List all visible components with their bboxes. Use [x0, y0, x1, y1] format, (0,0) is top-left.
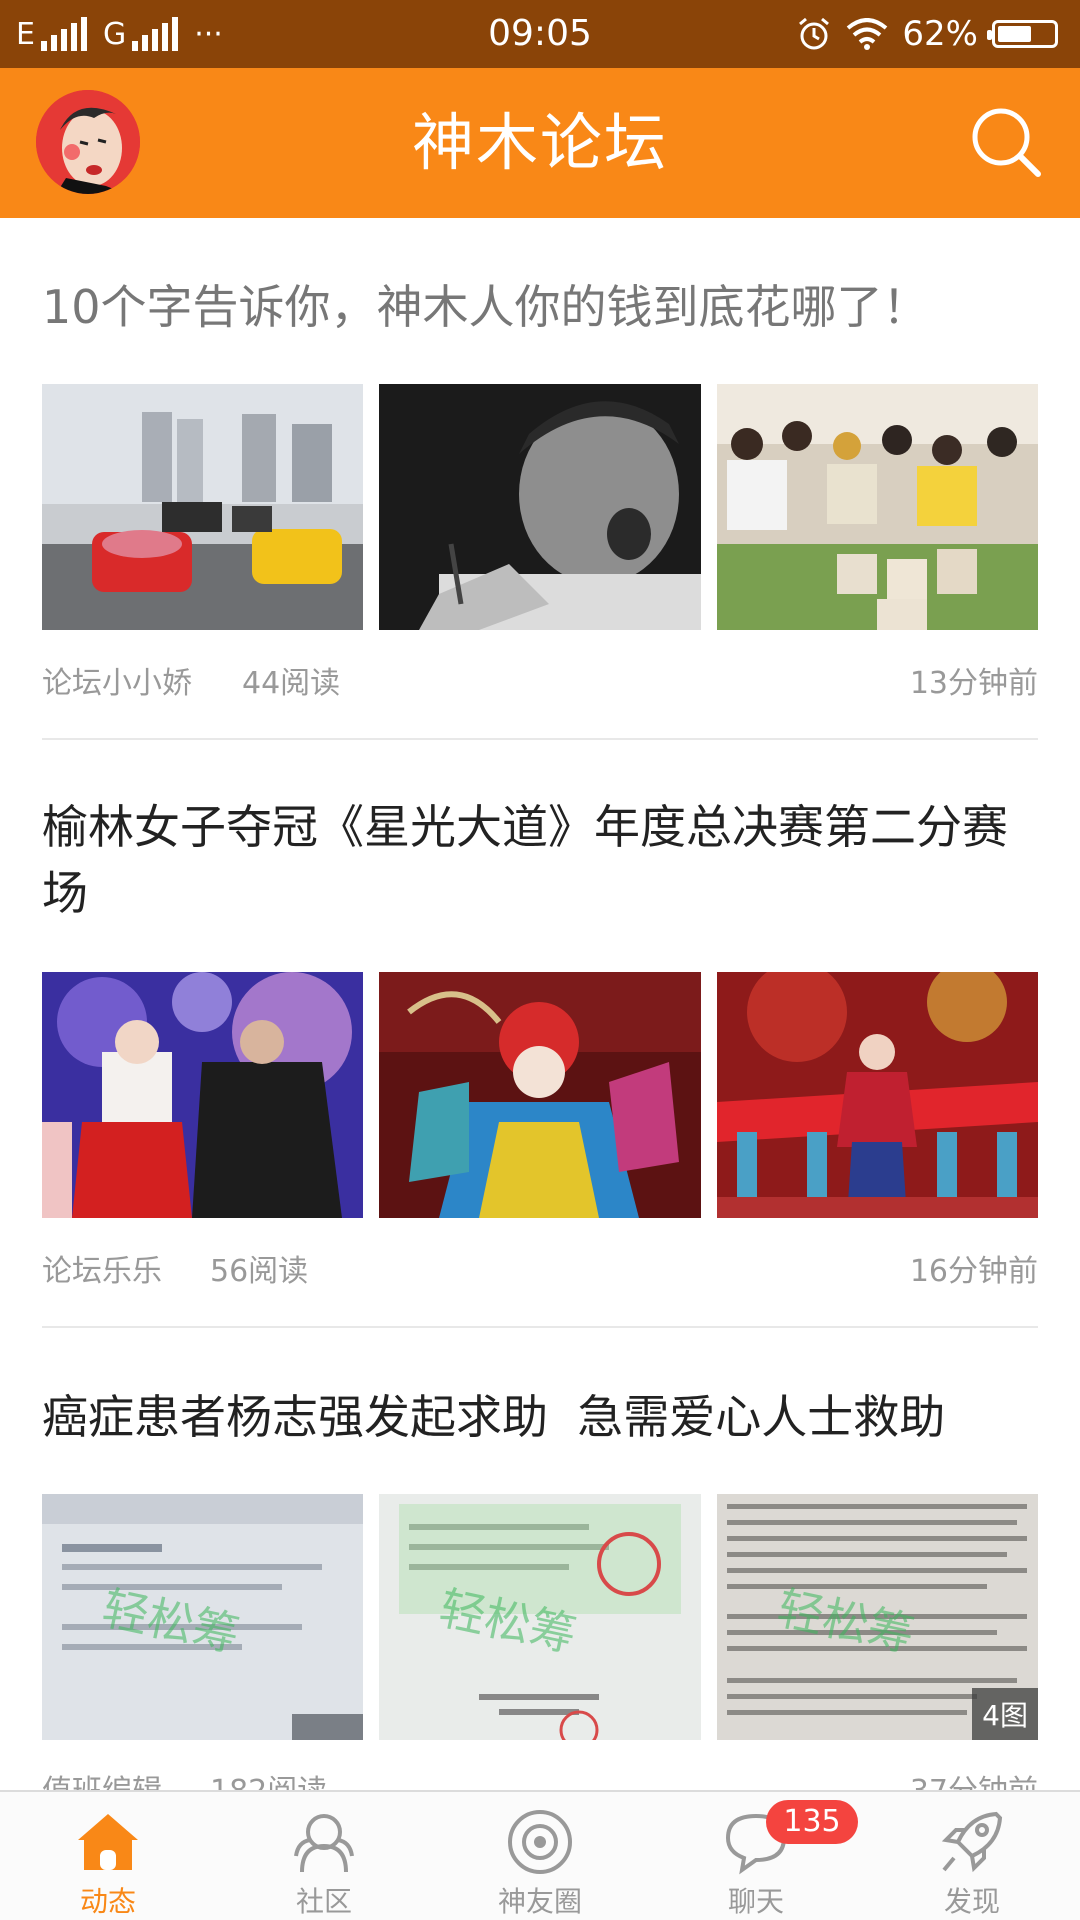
post-time: 37分钟前 — [910, 1766, 1038, 1790]
post-image[interactable] — [716, 972, 1038, 1218]
bottom-tab-bar: 动态 社区 神友圈 135 聊天 发现 — [0, 1790, 1080, 1920]
post-read-count: 56阅读 — [210, 1254, 309, 1289]
divider — [42, 1326, 1038, 1328]
tab-label: 神友圈 — [497, 1885, 582, 1918]
tab-label: 动态 — [79, 1885, 136, 1918]
post-image[interactable] — [42, 972, 364, 1218]
unread-badge: 135 — [766, 1800, 858, 1844]
tab-friends-circle[interactable]: 神友圈 — [432, 1792, 648, 1920]
post-time: 13分钟前 — [909, 666, 1038, 701]
post-image[interactable] — [379, 384, 701, 630]
app-header: 神木论坛 — [0, 68, 1080, 218]
post-title[interactable]: 10个字告诉你，神木人你的钱到底花哪了！ — [42, 274, 1038, 340]
home-icon — [78, 1814, 138, 1870]
feed-list[interactable]: 10个字告诉你，神木人你的钱到底花哪了！ 论坛小小娇 44阅读 13分钟前 榆林… — [0, 218, 1080, 1790]
status-bar: E G ··· 09:05 62% — [0, 0, 1080, 68]
post-author[interactable]: 论坛乐乐 — [42, 1246, 162, 1290]
post-image[interactable] — [42, 384, 364, 630]
tab-label: 发现 — [943, 1885, 1000, 1918]
rocket-icon — [941, 1811, 1003, 1873]
divider — [42, 738, 1038, 740]
battery-icon — [987, 20, 1058, 48]
post-image[interactable]: 轻松筹 — [379, 1494, 701, 1740]
post-card[interactable]: 榆林女子夺冠《星光大道》年度总决赛第二分赛场 — [42, 794, 1038, 926]
wifi-icon — [847, 18, 888, 50]
post-card[interactable]: 10个字告诉你，神木人你的钱到底花哪了！ — [42, 274, 1038, 340]
post-author[interactable]: 值班编辑 — [42, 1766, 162, 1790]
post-image[interactable] — [716, 384, 1038, 630]
post-author[interactable]: 论坛小小娇 — [42, 658, 192, 702]
post-image[interactable] — [379, 972, 701, 1218]
tab-discover[interactable]: 发现 — [864, 1792, 1080, 1920]
image-count-badge: 4图 — [972, 1688, 1038, 1740]
post-image[interactable]: 轻松筹 4图 — [716, 1494, 1038, 1740]
alarm-icon — [799, 17, 830, 50]
tab-label: 聊天 — [727, 1885, 784, 1918]
circle-icon — [508, 1810, 572, 1874]
post-read-count: 182阅读 — [210, 1766, 327, 1790]
post-read-count: 44阅读 — [242, 666, 341, 701]
post-time: 16分钟前 — [909, 1254, 1038, 1289]
tab-chat[interactable]: 135 聊天 — [648, 1792, 864, 1920]
battery-percent: 62% — [902, 14, 978, 54]
tab-label: 社区 — [295, 1885, 352, 1918]
page-title: 神木论坛 — [411, 106, 668, 179]
tab-community[interactable]: 社区 — [216, 1792, 432, 1920]
post-image[interactable]: 轻松筹 — [42, 1494, 364, 1740]
post-title[interactable]: 癌症患者杨志强发起求助 急需爱心人士救助 — [42, 1384, 1038, 1450]
community-icon — [294, 1814, 354, 1873]
post-title[interactable]: 榆林女子夺冠《星光大道》年度总决赛第二分赛场 — [42, 794, 1038, 926]
tab-home[interactable]: 动态 — [0, 1792, 216, 1920]
search-icon[interactable] — [968, 104, 1044, 180]
post-card[interactable]: 癌症患者杨志强发起求助 急需爱心人士救助 — [42, 1384, 1038, 1450]
